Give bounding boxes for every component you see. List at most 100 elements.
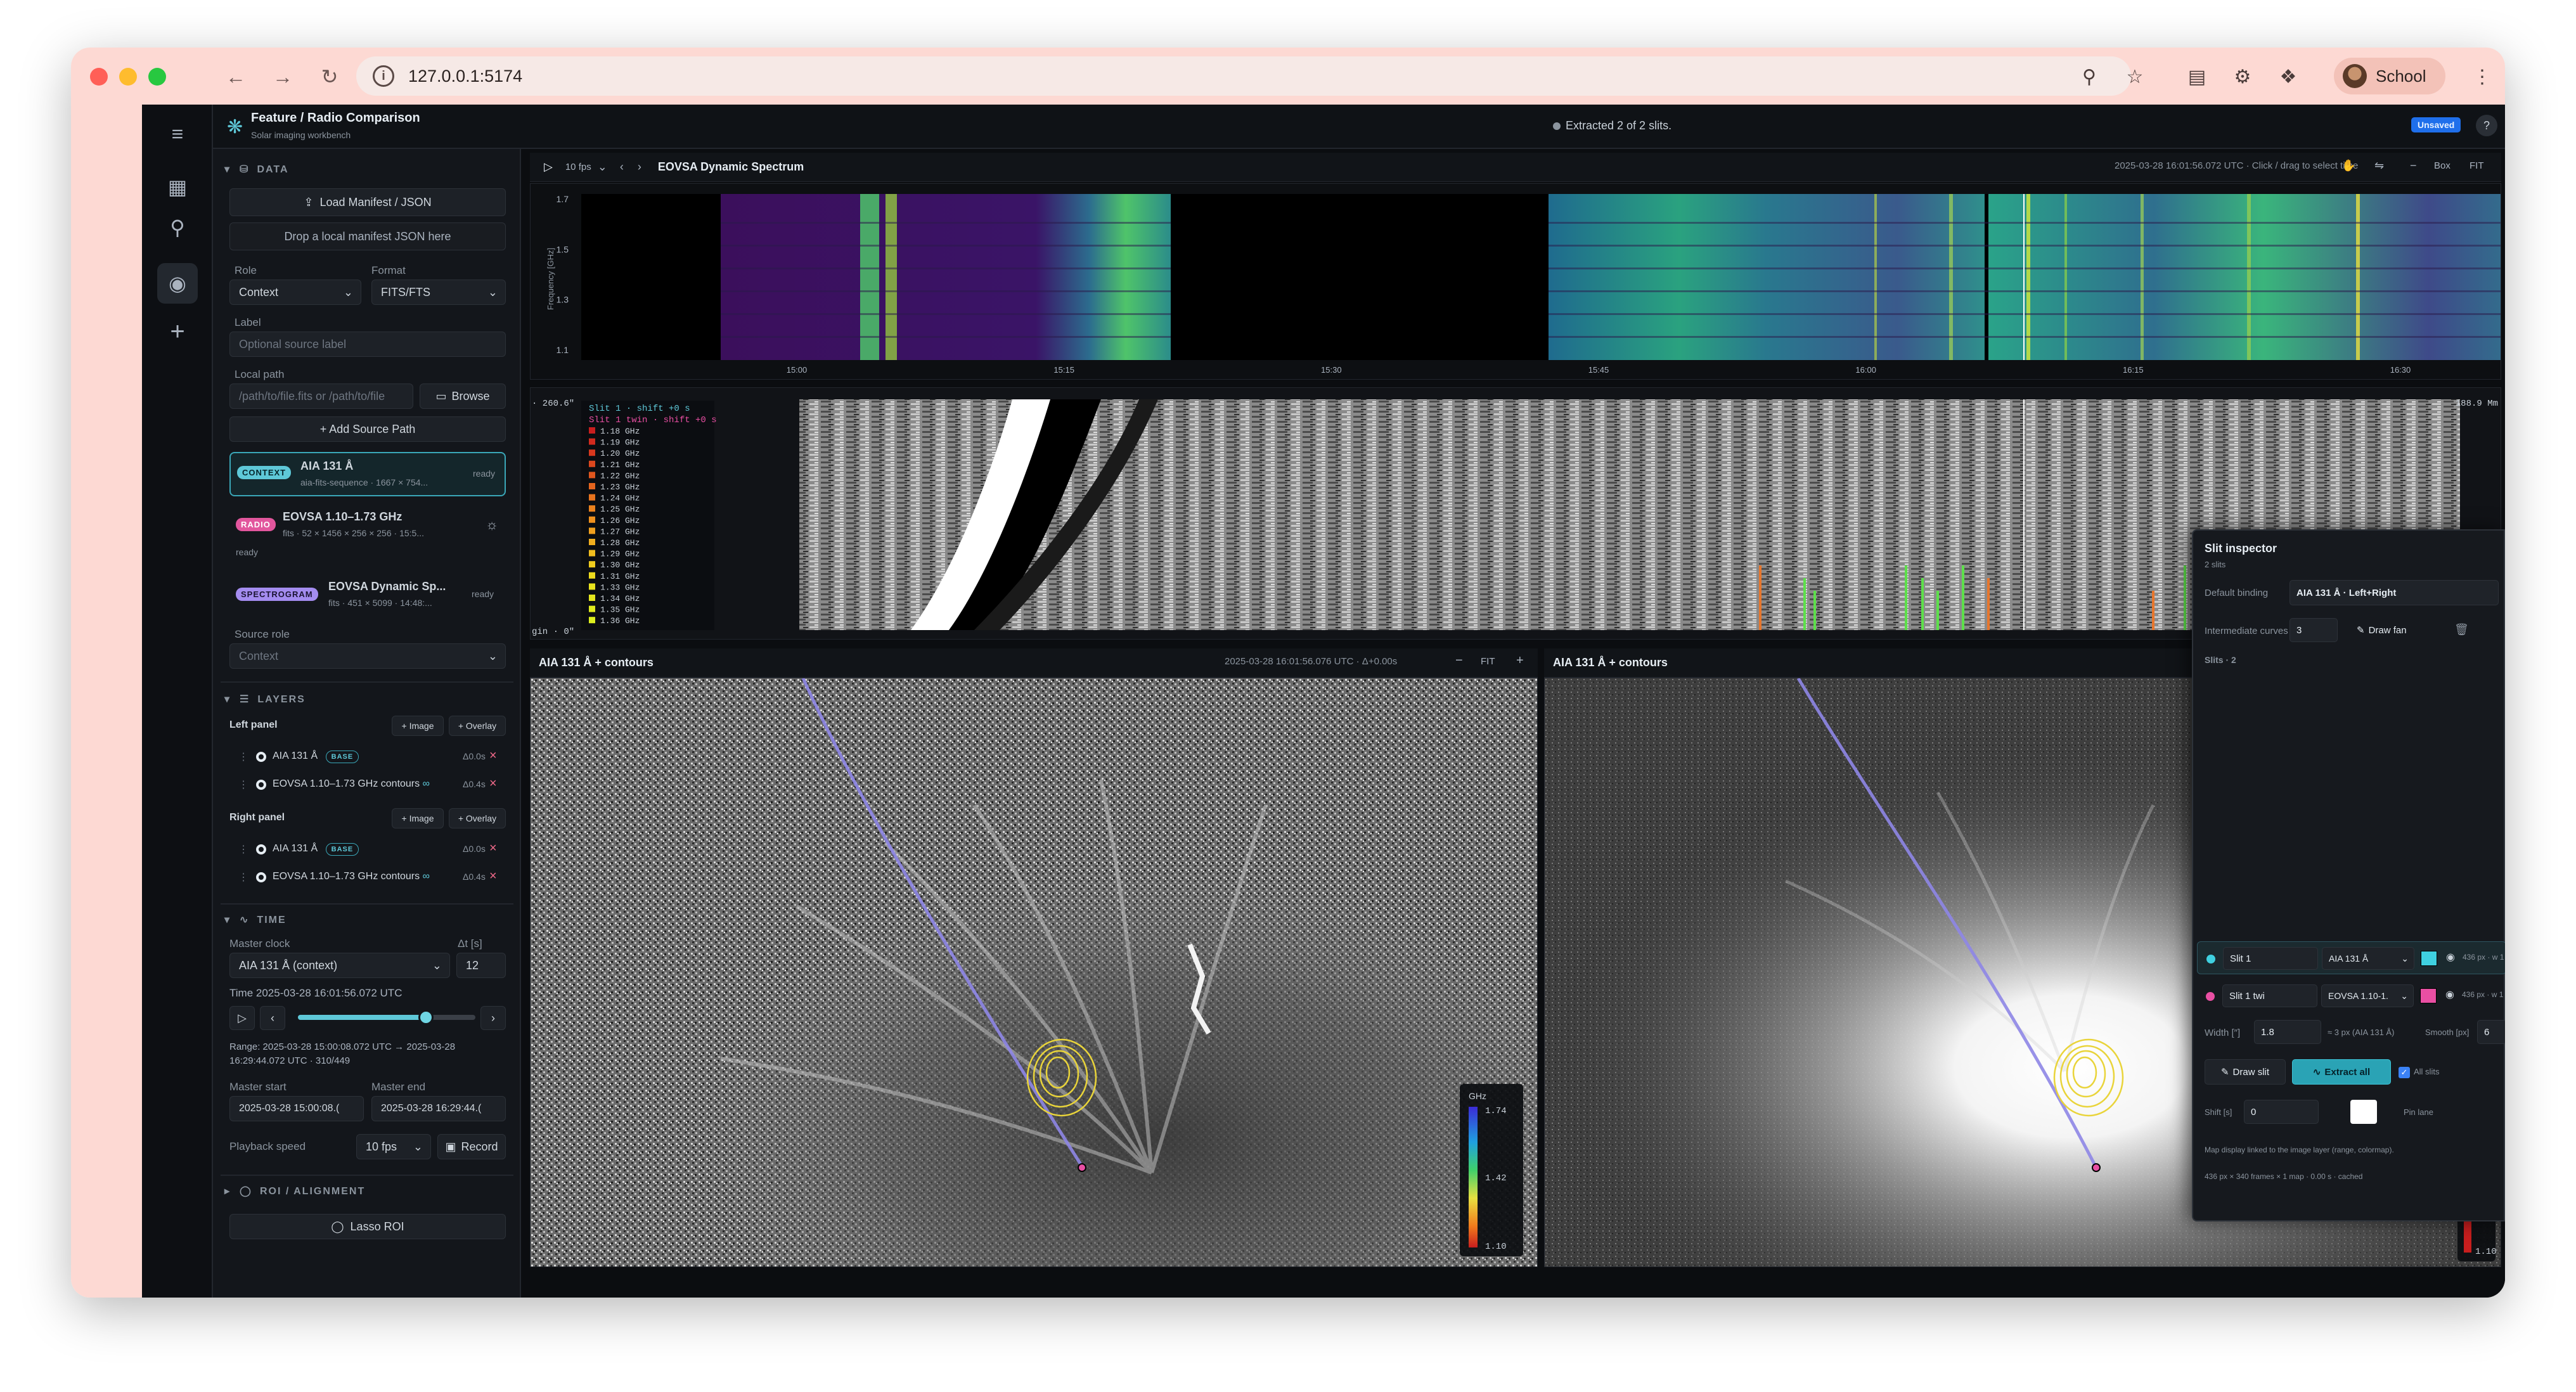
profile-button[interactable]: School — [2334, 58, 2445, 94]
step-forward-button[interactable]: › — [480, 1006, 506, 1030]
source-card-context[interactable]: CONTEXT AIA 131 Å aia-fits-sequence · 16… — [229, 452, 506, 496]
lasso-roi-button[interactable]: ◯ Lasso ROI — [229, 1214, 506, 1239]
document-icon[interactable]: ▤ — [2182, 61, 2212, 92]
layer-radio[interactable] — [256, 752, 266, 762]
search-list-icon[interactable]: ⚲ — [157, 207, 198, 248]
pin-lane-label[interactable]: Pin lane — [2404, 1107, 2433, 1117]
dynamic-spectrum-plot[interactable]: Frequency [GHz] 1.7 1.5 1.3 1.1 15:00 15:15 1… — [531, 184, 2501, 379]
dynamic-spectrum-panel[interactable]: Frequency [GHz] 1.7 1.5 1.3 1.1 15:00 15:15 1… — [530, 183, 2501, 380]
left-add-image-button[interactable]: + Image — [392, 716, 444, 736]
all-slits-checkbox[interactable]: ✓ — [2399, 1067, 2410, 1078]
draw-slit-button[interactable]: ✎ Draw slit — [2205, 1059, 2286, 1085]
width-input[interactable]: 1.8 — [2254, 1020, 2321, 1044]
role-select[interactable]: Context ⌄ — [229, 280, 361, 305]
eye-icon[interactable]: ◉ — [2445, 988, 2454, 1001]
extract-all-button[interactable]: ∿ Extract all — [2292, 1059, 2391, 1085]
step-back-button[interactable]: ‹ — [260, 1006, 285, 1030]
drag-handle-icon[interactable]: ⋮ — [238, 778, 248, 791]
left-add-overlay-button[interactable]: + Overlay — [449, 716, 506, 736]
dt-input[interactable]: 12 — [456, 953, 506, 978]
remove-layer-icon[interactable]: × — [489, 841, 497, 856]
reload-icon[interactable]: ↻ — [314, 61, 345, 92]
slit-layer-select[interactable]: EOVSA 1.10-1. ⌄ — [2321, 984, 2414, 1007]
source-card-radio[interactable]: RADIO EOVSA 1.10–1.73 GHz fits · 52 × 14… — [229, 504, 506, 565]
right-add-overlay-button[interactable]: + Overlay — [449, 808, 506, 828]
slit-layer-select[interactable]: AIA 131 Å ⌄ — [2322, 947, 2414, 970]
grid-icon[interactable]: ▦ — [157, 167, 198, 207]
step-back-icon[interactable]: ‹ — [620, 160, 624, 174]
zoom-out-icon[interactable]: − — [1455, 654, 1463, 668]
trash-icon[interactable]: 🗑 — [2454, 623, 2469, 636]
remove-layer-icon[interactable]: × — [489, 869, 497, 884]
record-button[interactable]: ▣ Record — [437, 1134, 506, 1159]
master-start-input[interactable]: 2025-03-28 15:00:08.( — [229, 1096, 364, 1121]
smooth-input[interactable]: 6 — [2477, 1020, 2505, 1044]
layer-radio[interactable] — [256, 780, 266, 790]
draw-fan-button[interactable]: ✎ Draw fan — [2357, 624, 2407, 636]
spectrum-fps-select[interactable]: 10 fps — [565, 162, 591, 172]
eye-icon[interactable]: ◉ — [2446, 951, 2455, 963]
manifest-drop-zone[interactable]: Drop a local manifest JSON here — [229, 222, 506, 250]
globe-icon[interactable]: ◉ — [157, 263, 198, 304]
maximize-window-button[interactable] — [148, 68, 166, 86]
drag-handle-icon[interactable]: ⋮ — [238, 751, 248, 763]
site-info-icon[interactable]: i — [373, 65, 394, 87]
roi-section-header[interactable]: ▸ ◯ ROI / ALIGNMENT — [224, 1185, 365, 1197]
playback-speed-select[interactable]: 10 fps ⌄ — [356, 1134, 431, 1159]
zoom-in-icon[interactable]: + — [1516, 654, 1524, 668]
play-button[interactable]: ▷ — [229, 1006, 255, 1030]
add-source-path-button[interactable]: + Add Source Path — [229, 416, 506, 442]
intermediate-curves-input[interactable]: 3 — [2289, 618, 2338, 642]
spectrum-fit-button[interactable]: FIT — [2470, 160, 2484, 171]
layer-row[interactable]: ⋮ AIA 131 Å BASE Δ0.0s × — [229, 745, 506, 769]
zoom-icon[interactable]: ⚲ — [2074, 61, 2104, 92]
master-clock-select[interactable]: AIA 131 Å (context) ⌄ — [229, 953, 450, 978]
address-bar[interactable]: i 127.0.0.1:5174 — [356, 56, 2131, 96]
slit-name-input[interactable]: Slit 1 twi — [2222, 984, 2317, 1007]
close-window-button[interactable] — [90, 68, 108, 86]
master-end-input[interactable]: 2025-03-28 16:29:44.( — [371, 1096, 506, 1121]
time-slider-handle[interactable] — [418, 1010, 434, 1025]
bookmark-star-icon[interactable]: ☆ — [2120, 61, 2150, 92]
layer-radio[interactable] — [256, 872, 266, 882]
left-fit-button[interactable]: FIT — [1481, 656, 1495, 667]
layer-row[interactable]: ⋮ AIA 131 Å BASE Δ0.0s × — [229, 837, 506, 861]
drag-handle-icon[interactable]: ⋮ — [238, 871, 248, 884]
load-manifest-button[interactable]: ⇪ Load Manifest / JSON — [229, 188, 506, 216]
slit-color-swatch[interactable] — [2420, 988, 2437, 1003]
extension-gear-icon[interactable]: ⚙ — [2227, 61, 2258, 92]
back-arrow-icon[interactable]: ← — [221, 61, 251, 92]
shift-input[interactable]: 0 — [2244, 1100, 2319, 1124]
data-section-header[interactable]: ▾ ⛁ DATA — [224, 163, 289, 176]
minimize-window-button[interactable] — [119, 68, 137, 86]
forward-arrow-icon[interactable]: → — [267, 61, 298, 92]
slit-row-2[interactable]: Slit 1 twi EOVSA 1.10-1. ⌄ ◉ 436 px · w 1 — [2197, 979, 2505, 1012]
local-path-input[interactable]: /path/to/file.fits or /path/to/file — [229, 383, 413, 409]
box-zoom-button[interactable]: Box — [2434, 160, 2450, 171]
puzzle-icon[interactable]: ❖ — [2273, 61, 2303, 92]
play-icon[interactable]: ▷ — [544, 160, 553, 174]
time-section-header[interactable]: ▾ ∿ TIME — [224, 913, 287, 926]
left-aia-image[interactable]: GHz 1.74 1.42 1.10 — [531, 678, 1537, 1266]
pan-icon[interactable]: ✋ — [2341, 159, 2355, 172]
left-image-panel[interactable]: GHz 1.74 1.42 1.10 — [530, 678, 1538, 1267]
help-button[interactable]: ? — [2476, 115, 2497, 136]
layer-row[interactable]: ⋮ EOVSA 1.10–1.73 GHz contours ∞ Δ0.4s × — [229, 865, 506, 889]
slit-color-swatch[interactable] — [2421, 951, 2437, 966]
collapse-sidebar-icon[interactable]: ≡ — [157, 113, 198, 154]
remove-layer-icon[interactable]: × — [489, 777, 497, 791]
remove-layer-icon[interactable]: × — [489, 749, 497, 763]
layers-section-header[interactable]: ▾ ☰ LAYERS — [224, 693, 306, 706]
slit-name-input[interactable]: Slit 1 — [2223, 947, 2318, 970]
pin-lane-color-swatch[interactable] — [2350, 1100, 2377, 1124]
menu-kebab-icon[interactable]: ⋮ — [2467, 61, 2497, 92]
slit-row-1[interactable]: Slit 1 AIA 131 Å ⌄ ◉ 436 px · w 1 — [2197, 941, 2505, 974]
add-icon[interactable]: + — [157, 311, 198, 352]
layer-row[interactable]: ⋮ EOVSA 1.10–1.73 GHz contours ∞ Δ0.4s × — [229, 773, 506, 797]
zoom-out-icon[interactable]: − — [2410, 159, 2417, 172]
browse-button[interactable]: ▭ Browse — [420, 383, 506, 409]
default-binding-select[interactable]: AIA 131 Å · Left+Right — [2289, 580, 2499, 605]
right-add-image-button[interactable]: + Image — [392, 808, 444, 828]
source-role-select[interactable]: Context ⌄ — [229, 643, 506, 669]
format-select[interactable]: FITS/FTS ⌄ — [371, 280, 506, 305]
